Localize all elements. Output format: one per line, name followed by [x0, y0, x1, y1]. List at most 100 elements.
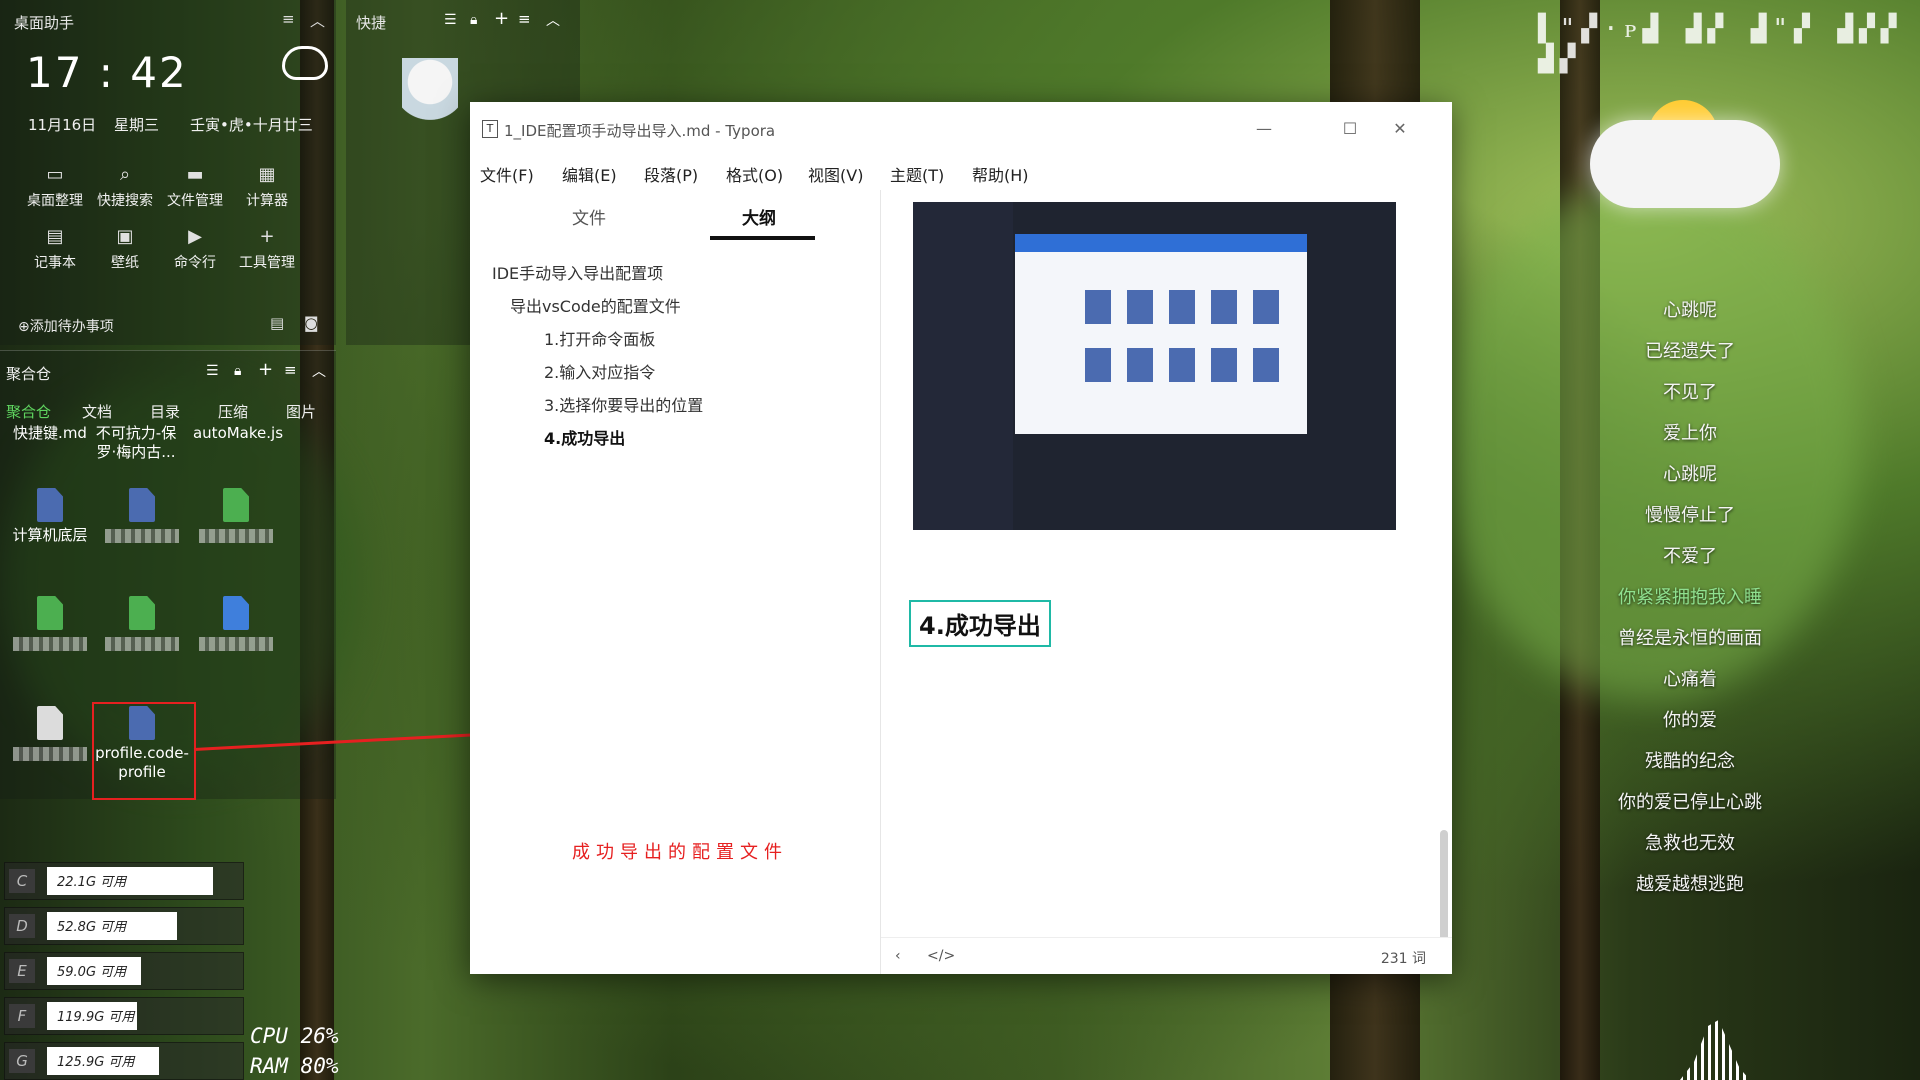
- lock-icon[interactable]: 🔒︎: [234, 363, 241, 379]
- outline-item[interactable]: IDE手动导入导出配置项: [492, 260, 663, 284]
- typora-window: T 1_IDE配置项手动导出导入.md - Typora — ☐ ✕ 文件(F)…: [470, 102, 1452, 974]
- tool-command-line[interactable]: ▶ 命令行: [160, 228, 230, 272]
- helper-title: 桌面助手: [14, 14, 75, 32]
- outline-item-current[interactable]: 4.成功导出: [544, 425, 625, 449]
- tool-file-manager[interactable]: ▬ 文件管理: [160, 166, 230, 210]
- blurred-label: [105, 637, 179, 651]
- disk-free-text: 125.9G 可用: [57, 1055, 135, 1070]
- tab-directories[interactable]: 目录: [150, 401, 180, 422]
- file-blurred[interactable]: [186, 488, 286, 548]
- menu-theme[interactable]: 主题(T): [890, 162, 944, 186]
- lyric-line-current: 你紧紧拥抱我入睡: [1618, 587, 1762, 608]
- blurred-label: [105, 529, 179, 543]
- disk-e[interactable]: E 59.0G 可用: [4, 952, 244, 990]
- disk-d[interactable]: D 52.8G 可用: [4, 907, 244, 945]
- search-icon: ⌕: [119, 164, 131, 185]
- editor[interactable]: 4.成功导出: [881, 190, 1452, 938]
- tab-outline[interactable]: 大纲: [742, 204, 776, 229]
- menu-icon[interactable]: ≡: [284, 361, 297, 379]
- date: 11月16日: [28, 116, 97, 134]
- list-view-icon[interactable]: ☰: [206, 363, 219, 379]
- chevron-up-icon[interactable]: ︿: [312, 361, 326, 381]
- tab-aggregate[interactable]: 聚合仓: [6, 401, 51, 422]
- outline-item[interactable]: 1.打开命令面板: [544, 326, 655, 350]
- chevron-left-icon[interactable]: ‹: [895, 948, 901, 964]
- menu-view[interactable]: 视图(V): [808, 162, 863, 186]
- top-right-pixel-text: ▌"▞·ᴩ▟ ▟▞ ▟"▞ ▟▞▞ ▟▞: [1538, 14, 1903, 74]
- lyric-line: 你的爱: [1663, 710, 1717, 731]
- plus-icon: +: [259, 226, 275, 247]
- outline-item[interactable]: 2.输入对应指令: [544, 359, 655, 383]
- tool-quick-search[interactable]: ⌕ 快捷搜索: [90, 166, 160, 210]
- folder-icon: [1085, 290, 1111, 324]
- maximize-button[interactable]: ☐: [1328, 114, 1372, 144]
- outline-item[interactable]: 3.选择你要导出的位置: [544, 392, 703, 416]
- tool-desktop-organize[interactable]: ▭ 桌面整理: [20, 166, 90, 210]
- file-label: 不可抗力-保罗·梅内古...: [95, 424, 177, 461]
- calculator-icon: ▦: [258, 164, 276, 185]
- avatar-icon[interactable]: ◙: [304, 314, 319, 332]
- code-icon[interactable]: </>: [927, 948, 955, 964]
- file-blurred[interactable]: [92, 596, 192, 656]
- scrollbar[interactable]: [1440, 830, 1448, 938]
- folder-icon: [1085, 348, 1111, 382]
- title-bar[interactable]: T 1_IDE配置项手动导出导入.md - Typora — ☐ ✕: [470, 102, 1452, 154]
- word-count[interactable]: 231 词: [1381, 948, 1426, 968]
- tool-wallpaper[interactable]: ▣ 壁纸: [90, 228, 160, 272]
- lyric-line: 越爱越想逃跑: [1636, 874, 1744, 895]
- list-icon[interactable]: ▤: [270, 314, 284, 332]
- menu-icon[interactable]: ≡: [518, 10, 531, 28]
- heading-4[interactable]: 4.成功导出: [909, 600, 1051, 647]
- document-icon: [37, 706, 63, 740]
- folder-icon: [1253, 290, 1279, 324]
- tab-files[interactable]: 文件: [572, 204, 606, 229]
- file-song[interactable]: 不可抗力-保罗·梅内古...: [92, 424, 180, 462]
- disk-f[interactable]: F 119.9G 可用: [4, 997, 244, 1035]
- menu-file[interactable]: 文件(F): [480, 162, 534, 186]
- outline-item[interactable]: 导出vsCode的配置文件: [510, 293, 681, 317]
- menu-format[interactable]: 格式(O): [726, 162, 783, 186]
- tab-archives[interactable]: 压缩: [218, 401, 248, 422]
- clock: 17 : 42: [26, 48, 188, 97]
- tab-documents[interactable]: 文档: [82, 401, 112, 422]
- tool-notepad[interactable]: ▤ 记事本: [20, 228, 90, 272]
- list-view-icon[interactable]: ☰: [444, 12, 457, 28]
- tab-images[interactable]: 图片: [286, 401, 316, 422]
- weekday: 星期三: [114, 116, 160, 134]
- file-blurred[interactable]: [0, 706, 100, 766]
- lyric-line: 心跳呢: [1663, 464, 1717, 485]
- minimize-button[interactable]: —: [1242, 114, 1286, 144]
- tool-manager[interactable]: + 工具管理: [232, 228, 302, 272]
- chevron-up-icon[interactable]: ︿: [546, 10, 560, 30]
- anime-character-icon[interactable]: [402, 58, 458, 138]
- file-computer-basics[interactable]: 计算机底层: [0, 488, 100, 545]
- screenshot-dialog: [1015, 234, 1307, 434]
- menu-icon[interactable]: ≡: [282, 10, 295, 28]
- file-shortcuts-md[interactable]: 快捷键.md: [0, 424, 100, 443]
- image-file-icon: [223, 596, 249, 630]
- menu-help[interactable]: 帮助(H): [972, 162, 1029, 186]
- file-blurred[interactable]: [92, 488, 192, 548]
- file-label: autoMake.js: [192, 424, 284, 442]
- close-button[interactable]: ✕: [1378, 114, 1422, 144]
- lyric-line: 心跳呢: [1663, 300, 1717, 321]
- menu-edit[interactable]: 编辑(E): [562, 162, 617, 186]
- lyric-line: 已经遗失了: [1645, 341, 1735, 362]
- add-todo-button[interactable]: ⊕添加待办事项: [18, 316, 114, 336]
- chevron-up-icon[interactable]: ︿: [310, 10, 325, 31]
- file-automake-js[interactable]: autoMake.js: [188, 424, 288, 443]
- file-blurred[interactable]: [0, 596, 100, 656]
- add-icon[interactable]: +: [258, 359, 273, 380]
- tool-calculator[interactable]: ▦ 计算器: [232, 166, 302, 210]
- typora-app-icon: T: [482, 120, 498, 138]
- add-icon[interactable]: +: [494, 8, 509, 29]
- blurred-label: [13, 747, 87, 761]
- disk-free-text: 59.0G 可用: [57, 965, 127, 980]
- disk-g[interactable]: G 125.9G 可用: [4, 1042, 244, 1080]
- lyric-line: 曾经是永恒的画面: [1618, 628, 1762, 649]
- disk-c[interactable]: C 22.1G 可用: [4, 862, 244, 900]
- file-blurred[interactable]: [186, 596, 286, 656]
- screenshot-sidebar: [913, 202, 1013, 530]
- menu-paragraph[interactable]: 段落(P): [644, 162, 698, 186]
- lock-icon[interactable]: 🔒︎: [470, 12, 477, 28]
